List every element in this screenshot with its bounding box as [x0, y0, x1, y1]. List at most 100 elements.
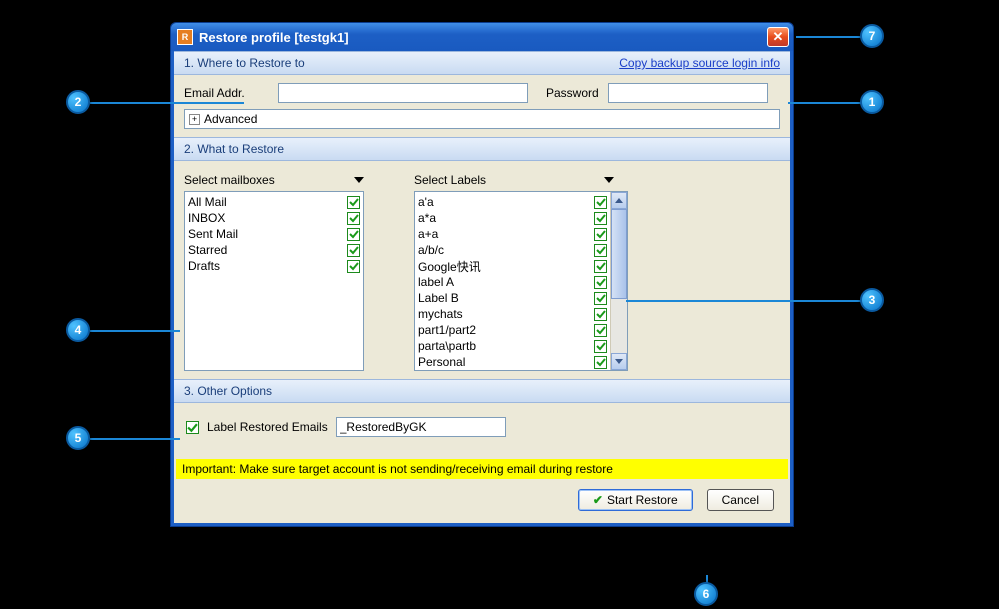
- leader-line: [626, 300, 864, 302]
- list-item-label: Label B: [418, 291, 459, 305]
- leader-line: [788, 102, 864, 104]
- app-icon: R: [177, 29, 193, 45]
- callout-1: 1: [860, 90, 884, 114]
- credentials-row: Email Addr. Password: [184, 83, 780, 103]
- checkbox-icon[interactable]: [594, 228, 607, 241]
- start-restore-button[interactable]: ✔ Start Restore: [578, 489, 693, 511]
- restore-dialog: R Restore profile [testgk1] ✕ 1. Where t…: [170, 22, 794, 527]
- advanced-label: Advanced: [204, 112, 257, 126]
- checkbox-icon[interactable]: [594, 260, 607, 273]
- leader-line: [796, 36, 864, 38]
- advanced-toggle[interactable]: + Advanced: [184, 109, 780, 129]
- plus-icon: +: [189, 114, 200, 125]
- mailboxes-header-label: Select mailboxes: [184, 173, 275, 187]
- cancel-label: Cancel: [722, 493, 759, 507]
- list-item-label: mychats: [418, 307, 463, 321]
- start-restore-label: Start Restore: [607, 493, 678, 507]
- copy-backup-link[interactable]: Copy backup source login info: [619, 56, 780, 70]
- callout-2: 2: [66, 90, 90, 114]
- scroll-thumb[interactable]: [611, 209, 627, 299]
- section2-title: 2. What to Restore: [184, 142, 284, 156]
- list-item[interactable]: Sent Mail: [188, 226, 360, 242]
- checkbox-icon[interactable]: [594, 308, 607, 321]
- list-item[interactable]: Drafts: [188, 258, 360, 274]
- list-item[interactable]: parta\partb: [418, 338, 607, 354]
- list-item[interactable]: Label B: [418, 290, 607, 306]
- list-item-label: parta\partb: [418, 339, 476, 353]
- labels-scrollbar[interactable]: [610, 192, 627, 370]
- section3-body: Label Restored Emails: [174, 403, 790, 459]
- checkbox-icon[interactable]: [594, 244, 607, 257]
- scroll-up-button[interactable]: [611, 192, 627, 209]
- label-restored-field[interactable]: [336, 417, 506, 437]
- dialog-buttons: ✔ Start Restore Cancel: [174, 479, 790, 523]
- labels-header-label: Select Labels: [414, 173, 486, 187]
- checkbox-icon[interactable]: [347, 212, 360, 225]
- window-title: Restore profile [testgk1]: [199, 30, 767, 45]
- list-item-label: part1/part2: [418, 323, 476, 337]
- checkbox-icon[interactable]: [347, 196, 360, 209]
- list-item[interactable]: a/b/c: [418, 242, 607, 258]
- labels-column: Select Labels a'aa*a a+a a/b/cGoogle快讯labe…: [414, 173, 628, 371]
- list-item[interactable]: a*a: [418, 210, 607, 226]
- checkbox-icon[interactable]: [347, 260, 360, 273]
- client-area: 1. Where to Restore to Copy backup sourc…: [171, 51, 793, 526]
- list-item-label: a+a: [418, 227, 438, 241]
- list-item-label: a*a: [418, 211, 436, 225]
- email-label: Email Addr.: [184, 86, 272, 100]
- section1-title: 1. Where to Restore to: [184, 56, 305, 70]
- list-item[interactable]: part1/part2: [418, 322, 607, 338]
- callout-4: 4: [66, 318, 90, 342]
- list-item[interactable]: Starred: [188, 242, 360, 258]
- list-item[interactable]: mychats: [418, 306, 607, 322]
- callout-7: 7: [860, 24, 884, 48]
- leader-line: [90, 102, 244, 104]
- label-restored-label: Label Restored Emails: [207, 420, 328, 434]
- checkbox-icon[interactable]: [594, 212, 607, 225]
- list-item-label: Sent Mail: [188, 227, 238, 241]
- cancel-button[interactable]: Cancel: [707, 489, 774, 511]
- chevron-down-icon: [615, 359, 623, 364]
- list-item[interactable]: All Mail: [188, 194, 360, 210]
- section2-body: Select mailboxes All MailINBOXSent MailS…: [174, 161, 790, 379]
- checkbox-icon[interactable]: [594, 292, 607, 305]
- label-restored-checkbox[interactable]: [186, 421, 199, 434]
- leader-line: [90, 330, 180, 332]
- list-item-label: Personal: [418, 355, 465, 369]
- checkbox-icon[interactable]: [594, 196, 607, 209]
- list-item[interactable]: a+a: [418, 226, 607, 242]
- labels-dropdown-icon[interactable]: [604, 177, 614, 183]
- email-field[interactable]: [278, 83, 528, 103]
- password-field[interactable]: [608, 83, 768, 103]
- scroll-track[interactable]: [611, 209, 627, 353]
- labels-listbox[interactable]: a'aa*a a+a a/b/cGoogle快讯label A Label B mych…: [414, 191, 628, 371]
- checkbox-icon[interactable]: [594, 340, 607, 353]
- chevron-up-icon: [615, 198, 623, 203]
- list-item-label: INBOX: [188, 211, 225, 225]
- list-item-label: label A: [418, 275, 454, 289]
- list-item[interactable]: a'a: [418, 194, 607, 210]
- checkbox-icon[interactable]: [347, 228, 360, 241]
- titlebar[interactable]: R Restore profile [testgk1] ✕: [171, 23, 793, 51]
- scroll-down-button[interactable]: [611, 353, 627, 370]
- callout-3: 3: [860, 288, 884, 312]
- mailboxes-dropdown-icon[interactable]: [354, 177, 364, 183]
- section2-header: 2. What to Restore: [174, 137, 790, 161]
- list-item[interactable]: INBOX: [188, 210, 360, 226]
- list-item-label: a/b/c: [418, 243, 444, 257]
- close-button[interactable]: ✕: [767, 27, 789, 47]
- checkbox-icon[interactable]: [594, 276, 607, 289]
- warning-banner: Important: Make sure target account is n…: [176, 459, 788, 479]
- list-item[interactable]: label A: [418, 274, 607, 290]
- leader-line: [90, 438, 180, 440]
- password-label: Password: [546, 86, 602, 100]
- checkbox-icon[interactable]: [594, 356, 607, 369]
- mailboxes-listbox[interactable]: All MailINBOX Sent MailStarredDrafts: [184, 191, 364, 371]
- close-icon: ✕: [773, 29, 784, 45]
- list-item-label: Google快讯: [418, 258, 481, 275]
- section3-title: 3. Other Options: [184, 384, 272, 398]
- checkbox-icon[interactable]: [347, 244, 360, 257]
- checkbox-icon[interactable]: [594, 324, 607, 337]
- list-item[interactable]: Personal: [418, 354, 607, 370]
- list-item[interactable]: Google快讯: [418, 258, 607, 274]
